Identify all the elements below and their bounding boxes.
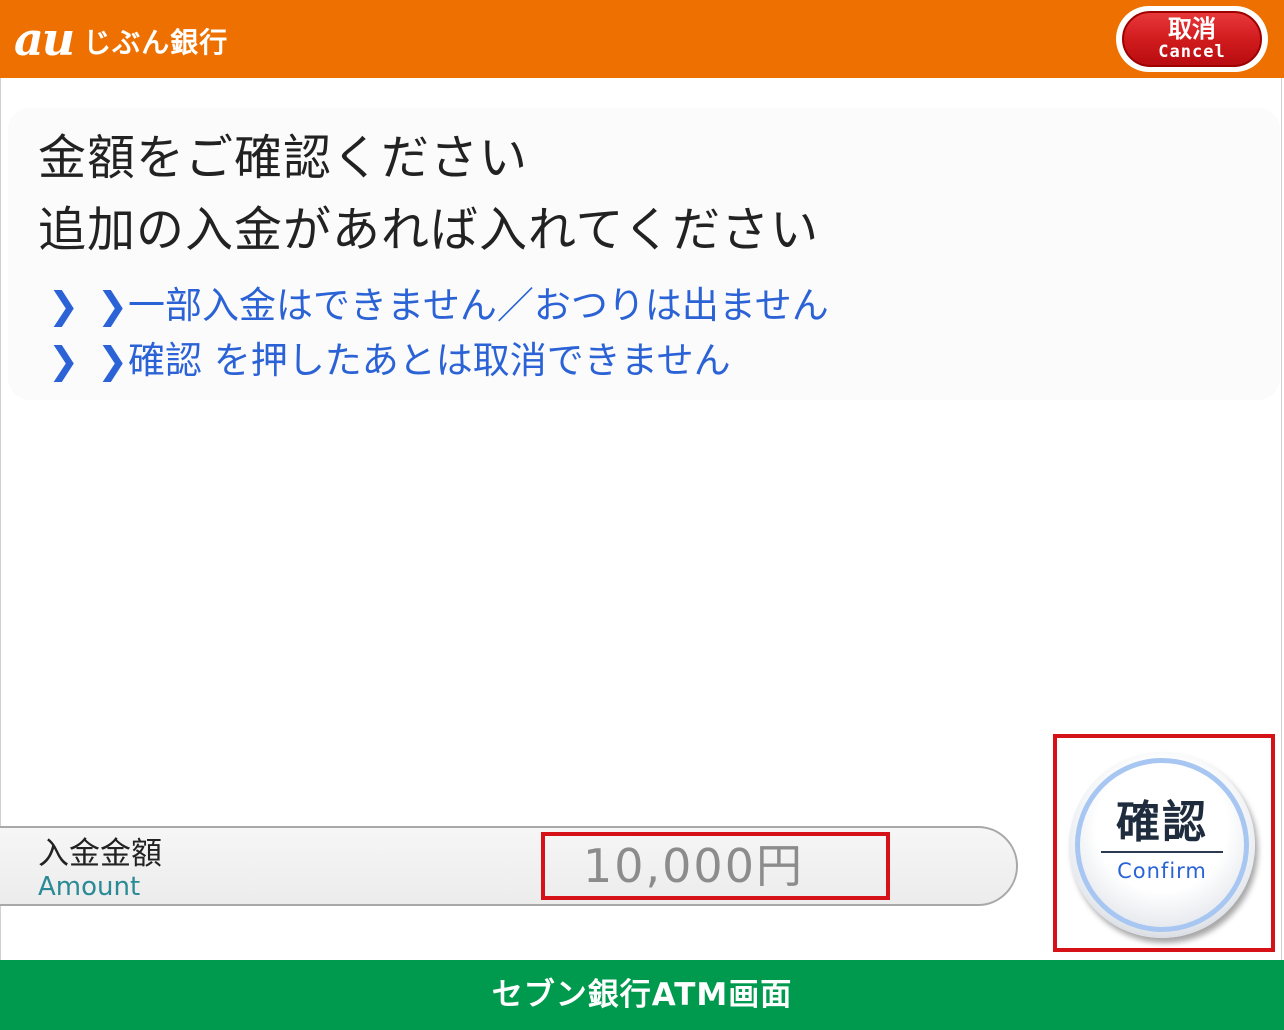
- confirm-label-jp: 確認: [1116, 797, 1208, 848]
- amount-label-en: Amount: [38, 872, 141, 902]
- message-panel: 金額をご確認ください 追加の入金があれば入れてください ❯ ❯一部入金はできません…: [8, 108, 1280, 400]
- header-bar: au じぶん銀行 取消 Cancel: [0, 0, 1284, 78]
- cancel-button[interactable]: 取消 Cancel: [1116, 6, 1268, 72]
- chevron-right-icon: ❯: [97, 284, 129, 327]
- bank-logo: au じぶん銀行: [14, 14, 228, 64]
- instruction-title-2: 追加の入金があれば入れてください: [38, 202, 820, 258]
- notice-text: 一部入金はできません／おつりは出ません: [128, 284, 829, 327]
- logo-mark: au: [14, 12, 75, 66]
- chevron-right-icon: ❯: [97, 339, 129, 382]
- footer-caption: セブン銀行ATM画面: [0, 960, 1284, 1030]
- notice-item: ❯ ❯確認 を押したあとは取消できません: [48, 339, 731, 383]
- instruction-title-1: 金額をご確認ください: [38, 130, 529, 186]
- notice-text: 確認 を押したあとは取消できません: [128, 339, 731, 382]
- chevron-right-icon: ❯: [48, 339, 80, 382]
- cancel-button-face[interactable]: 取消 Cancel: [1122, 11, 1262, 67]
- amount-highlight-box: [541, 832, 890, 900]
- chevron-right-icon: ❯: [48, 284, 80, 327]
- logo-name: じぶん銀行: [83, 26, 229, 59]
- confirm-divider: [1101, 851, 1223, 853]
- confirm-button[interactable]: 確認 Confirm: [1069, 752, 1255, 938]
- cancel-label-jp: 取消: [1168, 15, 1216, 43]
- confirm-label-en: Confirm: [1117, 859, 1207, 883]
- notice-item: ❯ ❯一部入金はできません／おつりは出ません: [48, 284, 829, 328]
- amount-label: 入金金額: [38, 836, 162, 872]
- cancel-label-en: Cancel: [1158, 42, 1226, 62]
